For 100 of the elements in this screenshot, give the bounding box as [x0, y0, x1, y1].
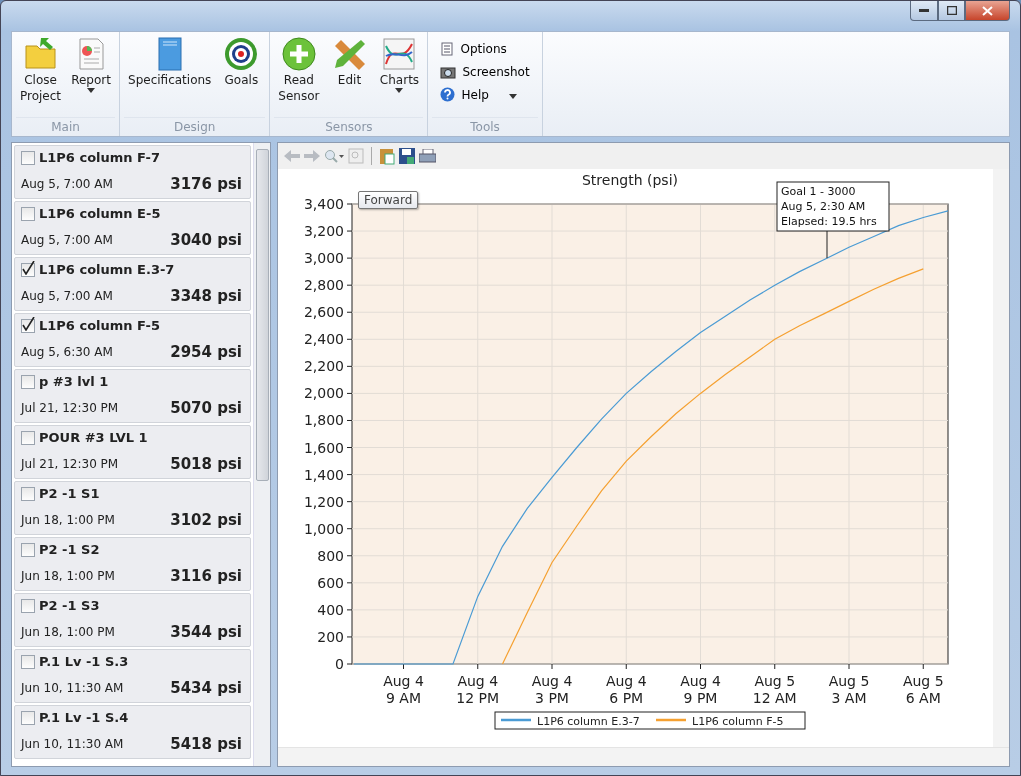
zoom-box-icon[interactable]: [348, 148, 364, 164]
tooltip: Forward: [358, 191, 419, 209]
sensor-item[interactable]: P.1 Lv -1 S.3 Jun 10, 11:30 AM 5434 psi: [14, 649, 251, 703]
ribbon-button[interactable]: Close Project: [16, 36, 66, 117]
y-tick-label: 3,400: [303, 196, 344, 212]
sensor-reading: 3040 psi: [170, 231, 242, 249]
clipboard-icon[interactable]: [379, 147, 395, 165]
folder-icon: [22, 36, 59, 72]
sensor-item[interactable]: L1P6 column F-5 Aug 5, 6:30 AM 2954 psi: [14, 313, 251, 367]
sensor-item[interactable]: L1P6 column E-5 Aug 5, 7:00 AM 3040 psi: [14, 201, 251, 255]
checkbox[interactable]: [21, 262, 35, 277]
group-label: Main: [16, 117, 116, 136]
y-tick-label: 1,200: [303, 493, 344, 510]
sensor-name: P.1 Lv -1 S.3: [39, 654, 129, 669]
sensor-item[interactable]: L1P6 column E.3-7 Aug 5, 7:00 AM 3348 psi: [14, 257, 251, 311]
sensor-reading: 3176 psi: [170, 175, 242, 193]
sensor-time: Jun 10, 11:30 AM: [21, 681, 124, 695]
sensor-time: Jun 18, 1:00 PM: [21, 625, 115, 639]
sensor-reading: 2954 psi: [170, 343, 242, 361]
sensor-item[interactable]: P.1 Lv -1 S.4 Jun 10, 11:30 AM 5418 psi: [14, 705, 251, 759]
ribbon-button[interactable]: Charts: [375, 36, 424, 117]
sensor-time: Jul 21, 12:30 PM: [21, 457, 119, 471]
sensor-item[interactable]: POUR #3 LVL 1 Jul 21, 12:30 PM 5018 psi: [14, 425, 251, 479]
sensor-item[interactable]: p #3 lvl 1 Jul 21, 12:30 PM 5070 psi: [14, 369, 251, 423]
group-label: Tools: [432, 117, 538, 136]
sensor-item[interactable]: P2 -1 S2 Jun 18, 1:00 PM 3116 psi: [14, 537, 251, 591]
y-tick-label: 3,200: [303, 223, 344, 240]
forward-arrow-icon[interactable]: [304, 150, 320, 162]
horizontal-scrollbar[interactable]: [278, 747, 1009, 766]
ribbon-small-button[interactable]: Screenshot: [440, 61, 530, 82]
goal-tooltip: Goal 1 - 3000 Aug 5, 2:30 AM Elapsed: 19.5 hrs: [776, 181, 890, 259]
print-icon[interactable]: [419, 148, 436, 164]
caret-icon: [395, 88, 404, 93]
close-icon: [982, 5, 993, 16]
ribbon-button[interactable]: Edit: [325, 36, 374, 117]
ribbon-small-button[interactable]: Options: [440, 38, 530, 59]
line-chart-icon: [381, 36, 418, 72]
caret-icon: [87, 88, 96, 93]
sensor-item[interactable]: P2 -1 S3 Jun 18, 1:00 PM 3544 psi: [14, 593, 251, 647]
scrollbar[interactable]: [253, 143, 270, 766]
y-tick-label: 1,600: [303, 439, 344, 456]
x-tick-label: Aug 4 6 PM: [605, 673, 647, 706]
y-tick-label: 0: [335, 656, 344, 672]
sensor-time: Jul 21, 12:30 PM: [21, 401, 119, 415]
save-icon[interactable]: [399, 148, 415, 164]
sensor-name: P.1 Lv -1 S.4: [39, 710, 129, 725]
zoom-icon[interactable]: [324, 149, 344, 163]
sensor-item[interactable]: L1P6 column F-7 Aug 5, 7:00 AM 3176 psi: [14, 145, 251, 199]
plus-icon: [280, 36, 317, 72]
sensor-name: L1P6 column F-5: [39, 318, 161, 333]
checkbox[interactable]: [21, 318, 35, 333]
help-icon: [440, 87, 456, 102]
x-tick-label: Aug 5 12 AM: [752, 673, 797, 706]
chart-title: Strength (psi): [582, 172, 678, 188]
close-button[interactable]: [965, 1, 1010, 21]
minimize-button[interactable]: [910, 1, 938, 21]
checkbox[interactable]: [21, 542, 35, 557]
sensor-reading: 5434 psi: [170, 679, 242, 697]
y-tick-label: 2,200: [303, 358, 344, 375]
x-tick-label: Aug 4 9 PM: [680, 673, 721, 706]
sensor-reading: 5418 psi: [170, 735, 242, 753]
sensor-name: P2 -1 S1: [39, 486, 100, 501]
checkbox[interactable]: [21, 430, 35, 445]
x-tick-label: Aug 4 3 PM: [531, 673, 573, 706]
checkbox[interactable]: [21, 150, 35, 165]
checkbox[interactable]: [21, 486, 35, 501]
sensor-time: Aug 5, 7:00 AM: [21, 177, 113, 191]
ribbon-button[interactable]: Goals: [217, 36, 266, 117]
sensor-reading: 3102 psi: [170, 511, 242, 529]
sensor-name: L1P6 column F-7: [39, 150, 161, 165]
sensor-reading: 3348 psi: [170, 287, 242, 305]
ribbon-button[interactable]: Read Sensor: [274, 36, 324, 117]
y-tick-label: 2,400: [303, 331, 344, 348]
ribbon-small-button[interactable]: Help: [440, 84, 530, 105]
sensor-name: P2 -1 S2: [39, 542, 100, 557]
checkbox[interactable]: [21, 374, 35, 389]
camera-icon: [440, 64, 457, 79]
legend-label: L1P6 column E.3-7: [537, 715, 640, 728]
ribbon-button[interactable]: Specifications: [124, 36, 216, 117]
caret-icon: [508, 93, 517, 99]
maximize-button[interactable]: [938, 1, 965, 21]
checkbox[interactable]: [21, 710, 35, 725]
ribbon-button[interactable]: Report: [67, 36, 116, 117]
y-tick-label: 200: [317, 628, 344, 645]
y-tick-label: 3,000: [303, 250, 344, 267]
sensor-item[interactable]: P2 -1 S1 Jun 18, 1:00 PM 3102 psi: [14, 481, 251, 535]
sensor-reading: 3116 psi: [170, 567, 242, 585]
x-tick-label: Aug 4 12 PM: [456, 673, 500, 706]
checkbox[interactable]: [21, 654, 35, 669]
sensor-name: P2 -1 S3: [39, 598, 100, 613]
y-tick-label: 1,400: [303, 466, 344, 483]
x-tick-label: Aug 4 9 AM: [383, 673, 424, 706]
sensor-reading: 3544 psi: [170, 623, 242, 641]
back-arrow-icon[interactable]: [284, 150, 300, 162]
minimize-icon: [919, 8, 929, 13]
vertical-scrollbar[interactable]: [993, 169, 1009, 747]
checkbox[interactable]: [21, 206, 35, 221]
sensor-time: Aug 5, 6:30 AM: [21, 345, 113, 359]
checkbox[interactable]: [21, 598, 35, 613]
group-label: Design: [124, 117, 266, 136]
